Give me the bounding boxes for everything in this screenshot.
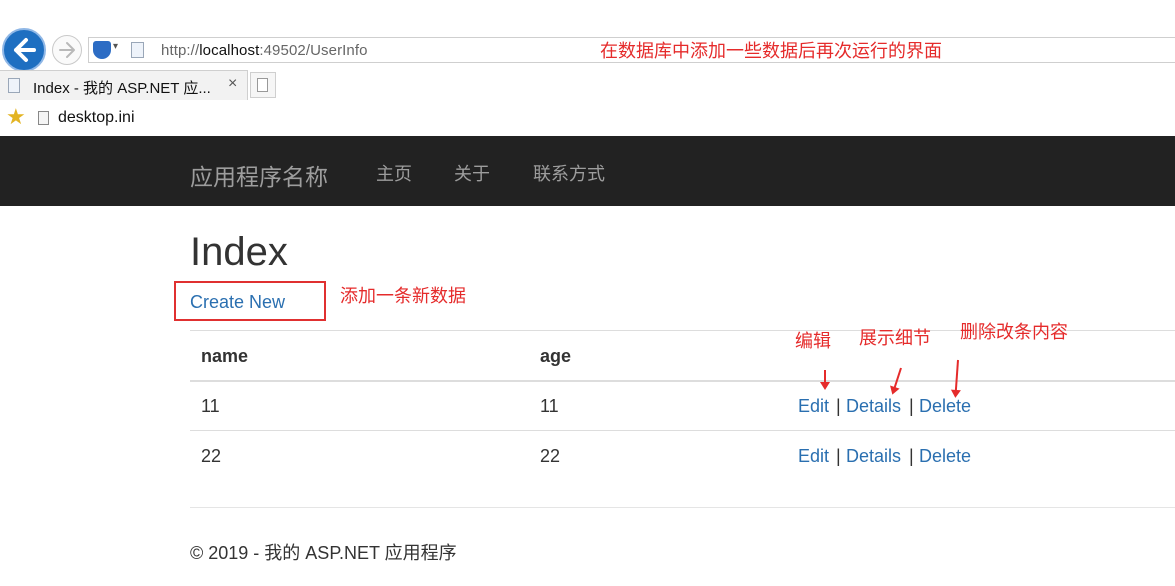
brand-link[interactable]: 应用程序名称 xyxy=(190,158,328,192)
forward-arrow-icon xyxy=(59,42,75,58)
action-separator: | xyxy=(909,446,914,466)
chevron-down-icon[interactable]: ▾ xyxy=(113,41,118,52)
favorites-bar: ★ desktop.ini xyxy=(0,100,1175,136)
arrow-icon xyxy=(893,367,902,390)
page-icon xyxy=(131,42,144,58)
cell-name: 11 xyxy=(201,396,220,416)
close-icon[interactable]: × xyxy=(228,75,237,93)
navbar: 应用程序名称 主页 关于 联系方式 xyxy=(0,136,1175,206)
edit-link[interactable]: Edit xyxy=(798,446,829,467)
annotation-edit: 编辑 xyxy=(795,331,831,351)
action-separator: | xyxy=(836,446,841,466)
url-host: localhost xyxy=(199,42,260,59)
details-link[interactable]: Details xyxy=(846,396,901,417)
page-title: Index xyxy=(190,230,288,274)
tab-title: Index - 我的 ASP.NET 应... xyxy=(33,80,211,97)
footer-divider xyxy=(190,507,1175,508)
star-icon[interactable]: ★ xyxy=(6,106,26,128)
security-shield-icon[interactable] xyxy=(93,41,111,59)
row-divider xyxy=(190,430,1175,431)
new-tab-button[interactable] xyxy=(250,72,276,98)
back-button[interactable] xyxy=(2,28,46,72)
annotation-delete: 删除改条内容 xyxy=(960,322,1068,342)
action-separator: | xyxy=(909,396,914,416)
annotation-top: 在数据库中添加一些数据后再次运行的界面 xyxy=(600,41,942,61)
header-divider xyxy=(190,380,1175,382)
url-text[interactable]: http://localhost:49502/UserInfo xyxy=(161,42,368,59)
page-icon xyxy=(8,78,20,93)
favorite-desktop-ini[interactable]: desktop.ini xyxy=(58,109,135,127)
create-new-link[interactable]: Create New xyxy=(190,292,285,313)
delete-link[interactable]: Delete xyxy=(919,446,971,467)
back-arrow-icon xyxy=(14,38,36,62)
file-icon xyxy=(38,111,49,125)
annotation-details: 展示细节 xyxy=(859,328,931,348)
cell-age: 22 xyxy=(540,446,561,466)
header-name: name xyxy=(201,346,249,366)
details-link[interactable]: Details xyxy=(846,446,901,467)
address-row: ▾ http://localhost:49502/UserInfo xyxy=(0,28,1175,72)
header-age: age xyxy=(540,346,572,366)
new-tab-icon xyxy=(257,78,268,92)
arrow-icon xyxy=(820,370,830,390)
forward-button[interactable] xyxy=(52,35,82,65)
nav-link-about[interactable]: 关于 xyxy=(454,160,490,186)
annotation-create: 添加一条新数据 xyxy=(340,286,466,306)
nav-link-contact[interactable]: 联系方式 xyxy=(533,160,605,186)
nav-link-home[interactable]: 主页 xyxy=(376,160,412,186)
arrow-icon xyxy=(954,359,959,392)
tab-index[interactable]: Index - 我的 ASP.NET 应... × xyxy=(0,70,248,100)
action-separator: | xyxy=(836,396,841,416)
cell-name: 22 xyxy=(201,446,222,466)
cell-age: 11 xyxy=(540,396,559,416)
delete-link[interactable]: Delete xyxy=(919,396,971,417)
edit-link[interactable]: Edit xyxy=(798,396,829,417)
footer-text: © 2019 - 我的 ASP.NET 应用程序 xyxy=(190,543,457,563)
tab-bar: Index - 我的 ASP.NET 应... × xyxy=(0,70,1175,101)
